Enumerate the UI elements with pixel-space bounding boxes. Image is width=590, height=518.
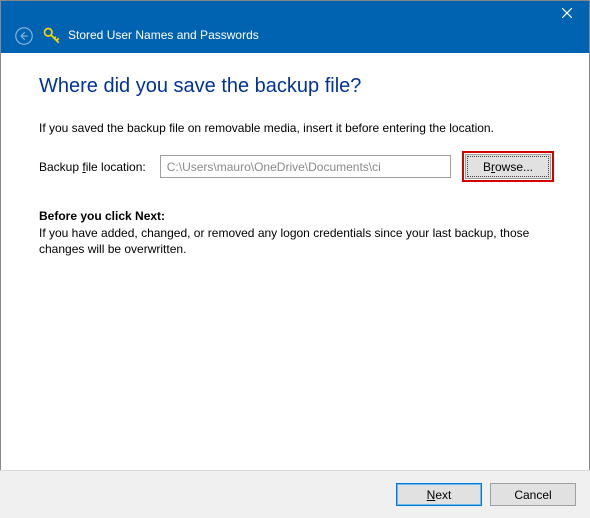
location-input[interactable] [160,155,451,178]
page-heading: Where did you save the backup file? [39,75,551,98]
wizard-footer: Next Cancel [0,470,590,518]
close-button[interactable] [544,1,589,25]
browse-button[interactable]: Browse... [465,154,551,179]
location-row: Backup file location: Browse... [39,154,551,179]
key-icon [43,27,61,45]
cancel-button[interactable]: Cancel [490,483,576,506]
instruction-text: If you saved the backup file on removabl… [39,120,551,136]
titlebar: Stored User Names and Passwords [1,1,589,53]
next-button[interactable]: Next [396,483,482,506]
content-area: Where did you save the backup file? If y… [1,53,589,463]
before-next-text: If you have added, changed, or removed a… [39,225,551,257]
back-arrow-icon [15,27,33,45]
before-next-heading: Before you click Next: [39,209,551,223]
back-button [15,27,33,45]
window-title: Stored User Names and Passwords [68,28,259,42]
close-icon [562,8,572,18]
location-label: Backup file location: [39,160,146,174]
